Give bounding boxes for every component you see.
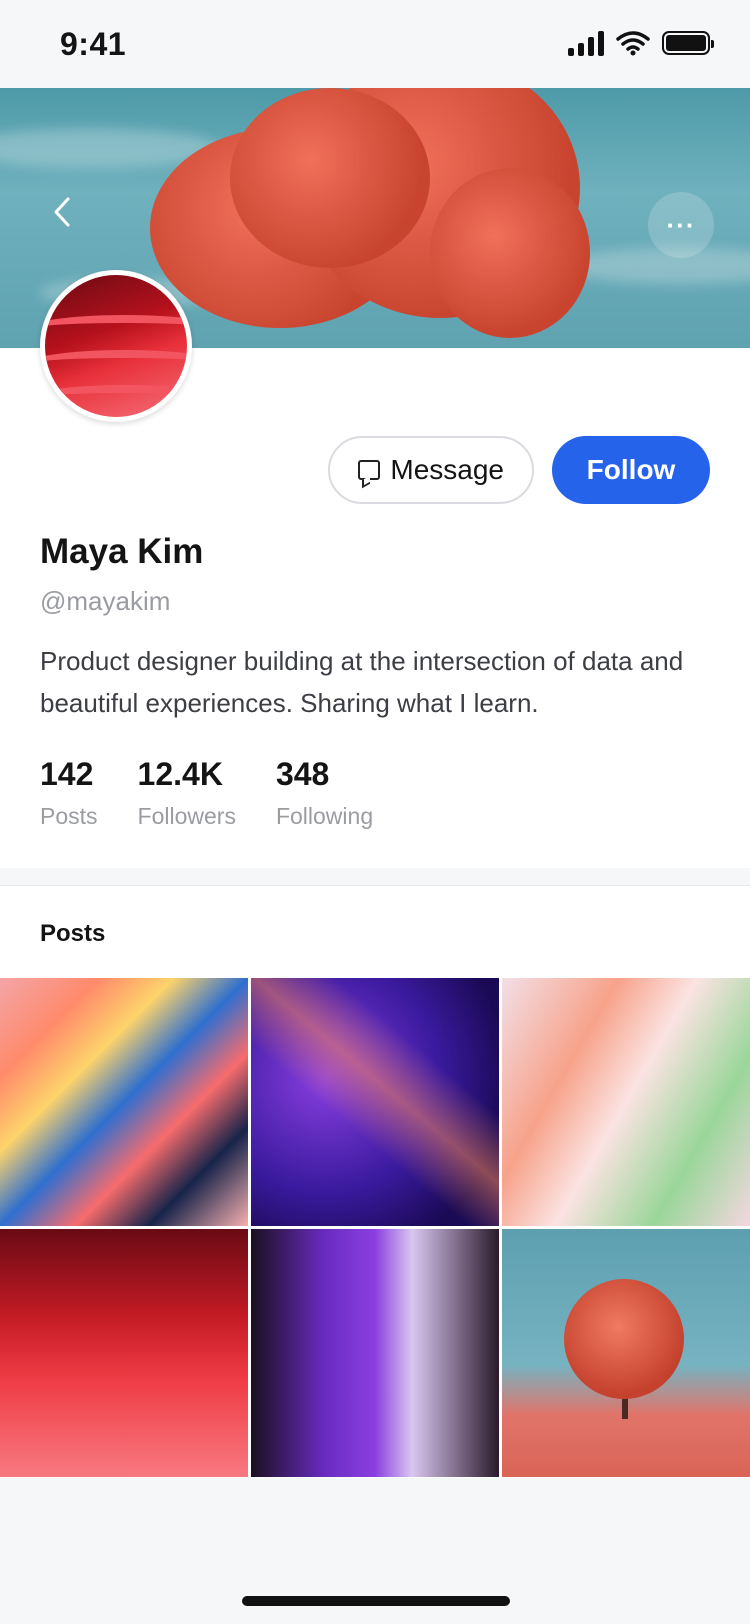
- follow-button[interactable]: Follow: [552, 436, 710, 504]
- post-thumbnail[interactable]: [0, 978, 248, 1226]
- status-bar: 9:41: [0, 0, 750, 88]
- stat-following[interactable]: 348 Following: [276, 756, 373, 830]
- stat-label: Posts: [40, 803, 98, 829]
- profile-stats: 142 Posts 12.4K Followers 348 Following: [40, 756, 373, 830]
- message-icon: [358, 460, 381, 480]
- section-divider: [0, 868, 750, 886]
- posts-title: Posts: [40, 920, 106, 947]
- profile-name: Maya Kim: [40, 532, 204, 571]
- battery-icon: [662, 31, 714, 55]
- stat-value: 12.4K: [137, 756, 223, 792]
- cellular-signal-icon: [568, 30, 604, 56]
- stat-label: Following: [275, 803, 374, 829]
- stat-value: 348: [275, 756, 330, 792]
- back-button[interactable]: [38, 188, 86, 236]
- stat-value: 142: [40, 756, 94, 792]
- post-thumbnail[interactable]: [0, 1229, 248, 1477]
- status-time: 9:41: [60, 26, 127, 62]
- more-options-button[interactable]: ···: [648, 192, 714, 258]
- post-thumbnail[interactable]: [251, 978, 499, 1226]
- home-indicator[interactable]: [242, 1596, 510, 1606]
- stat-posts[interactable]: 142 Posts: [40, 756, 98, 830]
- profile-bio: Product designer building at the interse…: [40, 646, 684, 718]
- posts-section: Posts: [0, 886, 750, 1478]
- profile-handle: @mayakim: [40, 586, 171, 616]
- post-thumbnail[interactable]: [251, 1229, 499, 1477]
- posts-grid: [0, 978, 750, 1477]
- post-thumbnail[interactable]: [502, 1229, 750, 1477]
- status-icons: [568, 30, 714, 56]
- avatar[interactable]: [40, 270, 192, 422]
- wifi-icon: [616, 31, 650, 56]
- chevron-left-icon: [54, 197, 70, 227]
- profile-actions: Message Follow: [328, 436, 710, 504]
- more-horizontal-icon: ···: [666, 209, 696, 240]
- stat-label: Followers: [137, 803, 236, 829]
- message-button[interactable]: Message: [328, 436, 534, 504]
- stat-followers[interactable]: 12.4K Followers: [138, 756, 236, 830]
- message-button-label: Message: [390, 454, 504, 485]
- post-thumbnail[interactable]: [502, 978, 750, 1226]
